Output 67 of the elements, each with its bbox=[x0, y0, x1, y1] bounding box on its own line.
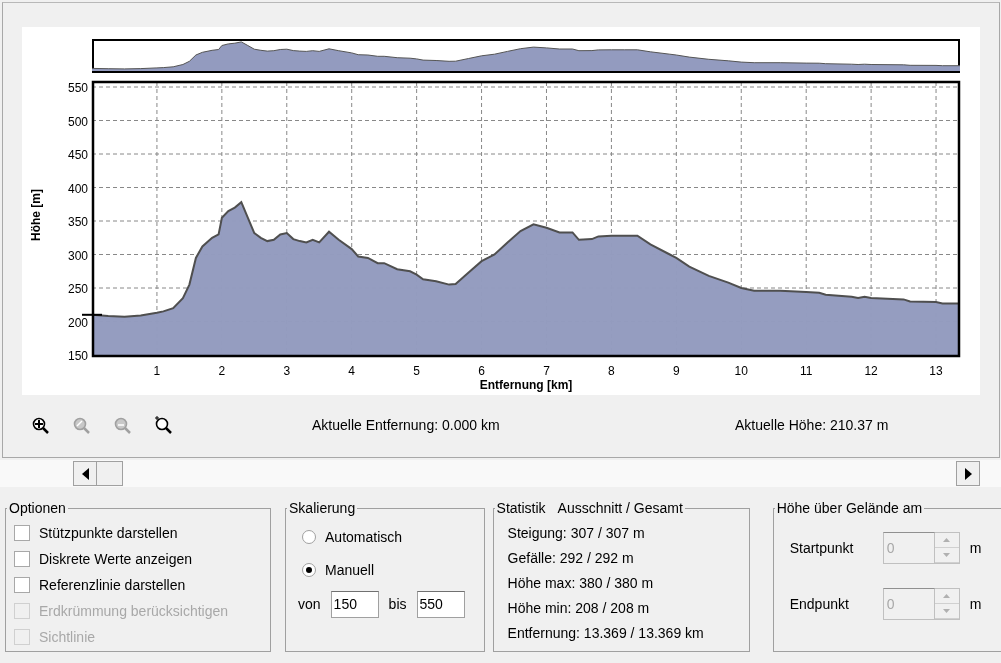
x-tick-label: 6 bbox=[478, 364, 485, 378]
field-label: Endpunkt bbox=[788, 596, 850, 612]
radio-button[interactable] bbox=[302, 562, 317, 577]
radio-label[interactable]: Manuell bbox=[325, 561, 375, 578]
checkbox[interactable] bbox=[14, 551, 30, 567]
down-arrow-icon bbox=[943, 553, 951, 557]
x-tick-label: 10 bbox=[734, 364, 748, 378]
unit-label: m bbox=[969, 540, 982, 556]
group-title: Optionen bbox=[8, 500, 67, 516]
y-tick-label: 250 bbox=[67, 282, 88, 296]
scroll-left-button[interactable] bbox=[73, 461, 97, 486]
zoom-in-icon[interactable] bbox=[31, 415, 50, 435]
x-tick-label: 3 bbox=[283, 364, 291, 378]
to-label: bis bbox=[388, 596, 407, 612]
x-tick-label: 9 bbox=[673, 364, 680, 378]
field-label: Startpunkt bbox=[788, 540, 855, 556]
up-arrow-icon bbox=[943, 538, 951, 542]
statistic-line: Höhe min: 208 / 208 m bbox=[506, 598, 651, 618]
to-input-field[interactable]: 550 bbox=[416, 590, 465, 618]
y-tick-label: 500 bbox=[67, 114, 88, 129]
overview-profile-drawing[interactable] bbox=[91, 39, 961, 73]
y-tick-label: 400 bbox=[67, 181, 88, 196]
group-title: Statistik bbox=[496, 500, 546, 516]
unit-label: m bbox=[969, 596, 982, 612]
group-title: Skalierung bbox=[288, 500, 357, 516]
checkbox-label[interactable]: Stützpunkte darstellen bbox=[39, 525, 178, 541]
checkbox-label[interactable]: Diskrete Werte anzeigen bbox=[39, 551, 193, 567]
checkbox[interactable] bbox=[14, 577, 30, 593]
x-tick-label: 7 bbox=[543, 364, 550, 378]
x-tick-label: 2 bbox=[218, 364, 226, 378]
from-label: von bbox=[298, 596, 321, 612]
x-tick-label: 4 bbox=[348, 364, 356, 378]
y-tick-label: 300 bbox=[67, 248, 88, 263]
right-arrow-icon bbox=[964, 467, 972, 480]
group-subtitle: Ausschnitt / Gesamt bbox=[557, 500, 683, 516]
y-tick-label: 450 bbox=[67, 148, 88, 162]
group-title: Höhe über Gelände am bbox=[775, 500, 924, 516]
position-marker bbox=[81, 313, 103, 316]
statistic-line: Gefälle: 292 / 292 m bbox=[506, 548, 635, 568]
from-input-field[interactable]: 150 bbox=[330, 590, 379, 618]
y-axis-label: Höhe [m] bbox=[29, 189, 43, 241]
y-tick-label: 550 bbox=[67, 81, 88, 95]
down-arrow-icon bbox=[943, 609, 951, 613]
left-arrow-icon bbox=[81, 467, 89, 480]
radio-button[interactable] bbox=[302, 529, 317, 544]
statistic-line: Entfernung: 13.369 / 13.369 km bbox=[506, 623, 705, 643]
current-height-readout: Aktuelle Höhe: 210.37 m bbox=[735, 417, 889, 433]
radio-label[interactable]: Automatisch bbox=[325, 528, 403, 545]
x-tick-label: 5 bbox=[413, 364, 420, 378]
scroll-thumb[interactable] bbox=[97, 461, 123, 486]
y-tick-label: 350 bbox=[67, 215, 88, 229]
x-tick-label: 13 bbox=[929, 364, 943, 378]
scroll-right-button[interactable] bbox=[956, 461, 980, 486]
y-tick-label: 200 bbox=[67, 315, 88, 330]
y-tick-label: 150 bbox=[67, 349, 88, 363]
x-axis-label: Entfernung [km] bbox=[479, 378, 573, 392]
up-arrow-icon bbox=[943, 594, 951, 598]
magnifier-icon[interactable] bbox=[154, 415, 173, 435]
x-tick-label: 1 bbox=[153, 364, 161, 378]
x-tick-label: 12 bbox=[864, 364, 878, 378]
checkbox[interactable] bbox=[14, 525, 30, 541]
checkbox-label[interactable]: Referenzlinie darstellen bbox=[39, 577, 186, 593]
statistic-line: Steigung: 307 / 307 m bbox=[506, 523, 646, 543]
x-tick-label: 8 bbox=[608, 364, 615, 378]
statistic-line: Höhe max: 380 / 380 m bbox=[506, 573, 655, 593]
x-tick-label: 11 bbox=[799, 364, 813, 378]
current-distance-readout: Aktuelle Entfernung: 0.000 km bbox=[312, 417, 501, 433]
